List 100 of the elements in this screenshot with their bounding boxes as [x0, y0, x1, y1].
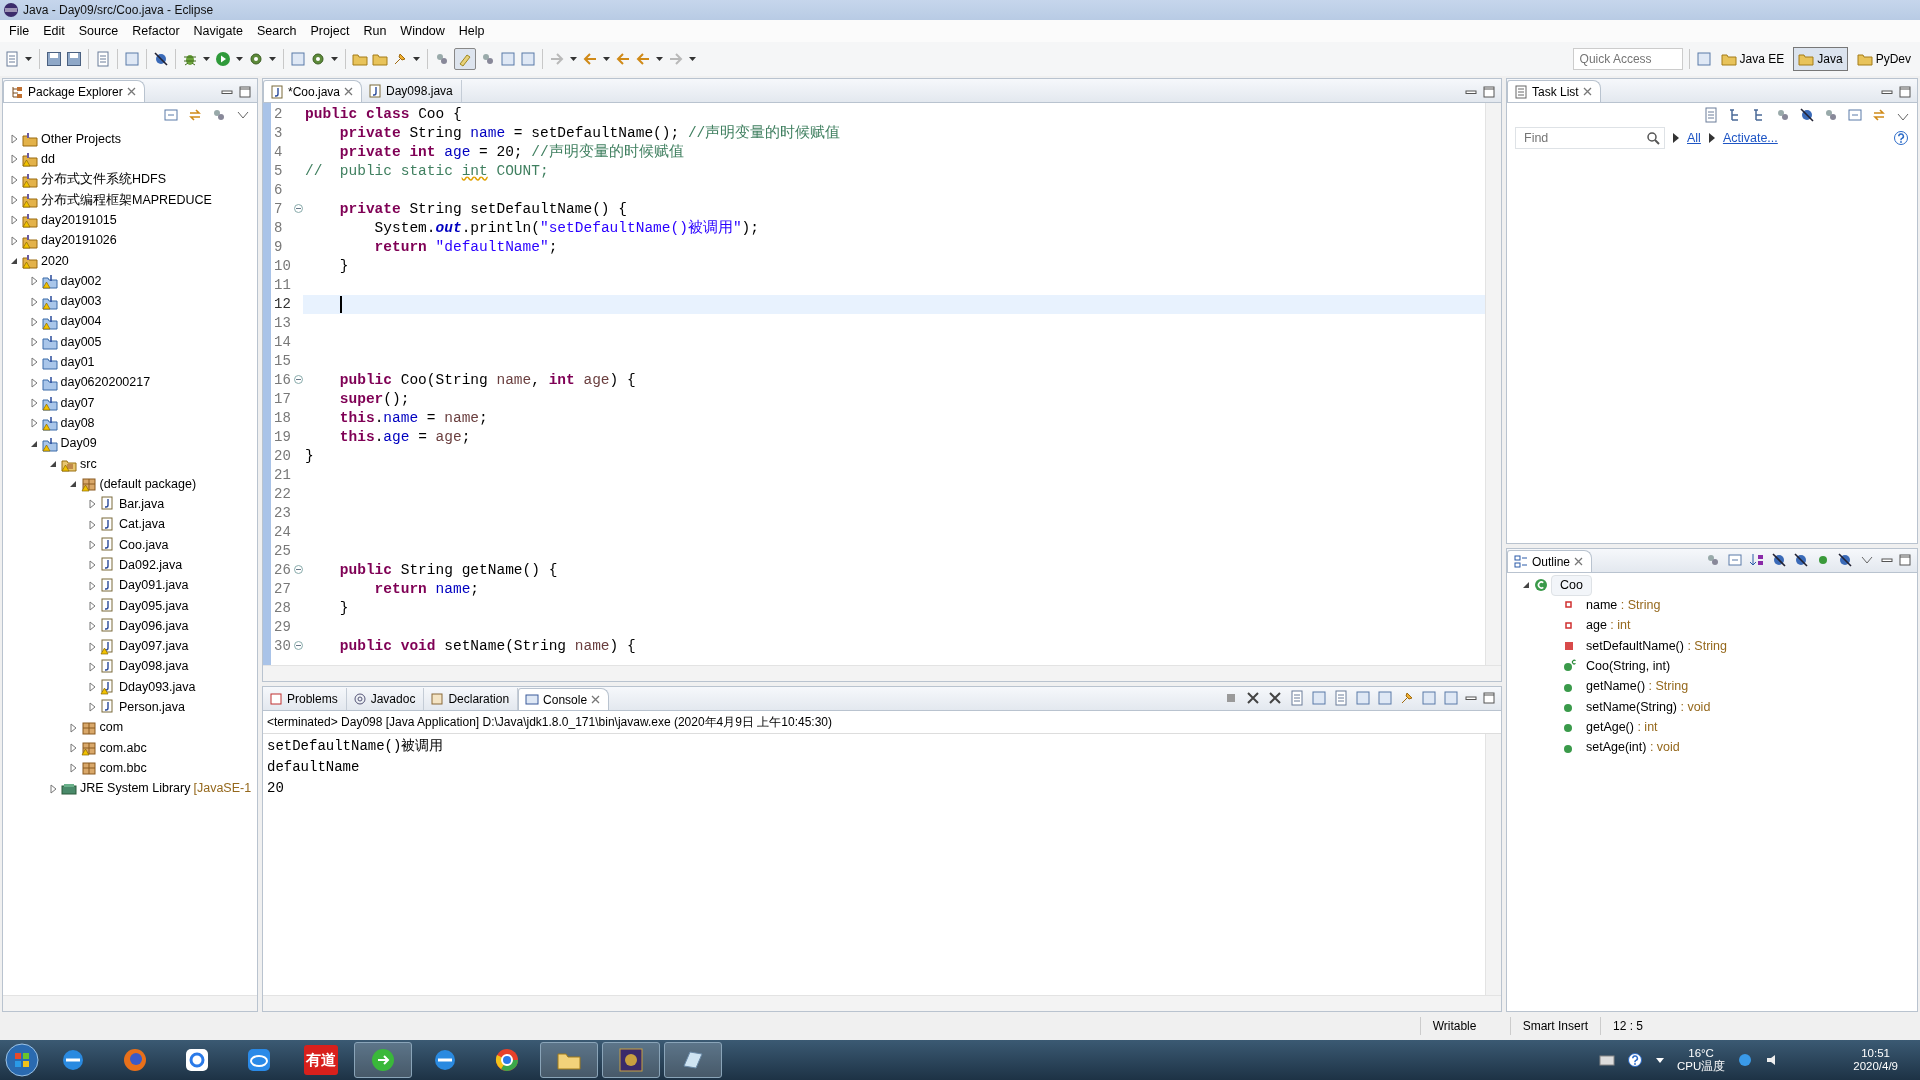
perspective-button[interactable]: Java EE — [1715, 47, 1790, 71]
tree-item-label[interactable]: (default package) — [99, 474, 197, 494]
find-field[interactable]: Find — [1515, 127, 1665, 149]
tree-item-label[interactable]: day20191026 — [41, 231, 117, 250]
close-icon[interactable] — [1574, 557, 1584, 566]
remove-all-icon[interactable] — [1267, 690, 1283, 706]
vertical-scrollbar[interactable] — [1485, 103, 1501, 665]
tree-item-label[interactable]: day0620200217 — [60, 373, 151, 393]
tree-item-label[interactable]: JRE System Library — [80, 779, 191, 798]
tree-item-label[interactable]: 分布式文件系统HDFS — [41, 170, 167, 190]
outline-member[interactable]: age : int — [1586, 616, 1631, 636]
word-wrap-icon[interactable] — [1333, 690, 1349, 706]
collapsed-arrow-icon[interactable] — [87, 682, 97, 693]
tree-item-label[interactable]: day07 — [60, 393, 95, 413]
panel-tab[interactable]: Package Explorer — [3, 80, 145, 102]
collapsed-arrow-icon[interactable] — [87, 702, 97, 713]
start-button-icon[interactable] — [4, 1042, 40, 1078]
outline-class-item[interactable]: Coo — [1551, 574, 1592, 596]
remove-launch-icon[interactable] — [1245, 690, 1261, 706]
menu-item[interactable]: Window — [393, 19, 452, 43]
maximize-icon[interactable] — [1899, 86, 1911, 98]
menu-item[interactable]: Refactor — [125, 19, 187, 43]
collapsed-arrow-icon[interactable] — [67, 743, 78, 754]
open-folder-icon[interactable] — [352, 51, 368, 67]
perspective-button[interactable]: PyDev — [1851, 47, 1916, 71]
link-editor-icon[interactable] — [187, 107, 203, 123]
collapsed-arrow-icon[interactable] — [28, 316, 39, 327]
panel-tab[interactable]: Problems — [263, 688, 347, 710]
collapsed-arrow-icon[interactable] — [9, 235, 19, 246]
fold-icon[interactable] — [294, 565, 303, 574]
collapsed-arrow-icon[interactable] — [9, 215, 19, 226]
pin-console-icon[interactable] — [1399, 690, 1415, 706]
expand-arrow-icon[interactable] — [1673, 133, 1679, 143]
network-icon[interactable] — [1737, 1052, 1754, 1068]
help-icon[interactable] — [1626, 1052, 1643, 1068]
caret-icon[interactable] — [268, 55, 277, 63]
horizontal-scrollbar[interactable] — [3, 995, 257, 1011]
highlight-toggle-button[interactable] — [454, 48, 476, 70]
maximize-icon[interactable] — [239, 86, 251, 98]
collapsed-arrow-icon[interactable] — [28, 357, 39, 368]
tree-item-label[interactable]: day002 — [60, 271, 102, 291]
panel-tab[interactable]: Console — [518, 688, 610, 710]
collapse-all-icon[interactable] — [1847, 107, 1863, 123]
outline-member[interactable]: setName(String) : void — [1586, 697, 1711, 717]
collapsed-arrow-icon[interactable] — [28, 276, 39, 287]
collapsed-arrow-icon[interactable] — [28, 398, 39, 408]
fold-icon[interactable] — [294, 204, 303, 213]
tree-item-label[interactable]: 分布式编程框架MAPREDUCE — [41, 190, 212, 210]
menu-item[interactable]: Project — [303, 19, 357, 43]
collapsed-arrow-icon[interactable] — [87, 661, 97, 672]
close-icon[interactable] — [591, 695, 601, 704]
caret-icon[interactable] — [655, 55, 664, 63]
tree-item-label[interactable]: day005 — [60, 332, 102, 352]
run-config-icon[interactable] — [248, 51, 264, 67]
sync-icon[interactable] — [1871, 107, 1887, 123]
outline-member[interactable]: getAge() : int — [1586, 717, 1658, 737]
collapsed-arrow-icon[interactable] — [48, 783, 58, 794]
menu-item[interactable]: File — [2, 19, 37, 43]
tray-arrow-icon[interactable] — [1654, 1055, 1665, 1065]
tree-item-label[interactable]: Day097.java — [119, 637, 189, 656]
tree-item-label[interactable]: Bar.java — [119, 495, 165, 514]
fold-icon[interactable] — [294, 641, 303, 650]
tree-item-label[interactable]: Day095.java — [119, 596, 189, 616]
clear-console-icon[interactable] — [1289, 690, 1305, 706]
maximize-icon[interactable] — [1899, 554, 1911, 566]
filter-link[interactable]: Activate... — [1722, 128, 1778, 148]
tree-item-label[interactable]: Dday093.java — [119, 677, 196, 697]
tree-item-label[interactable]: com.bbc — [99, 758, 147, 778]
run-icon[interactable] — [215, 51, 231, 67]
panel-tab[interactable]: Javadoc — [346, 688, 425, 710]
caret-icon[interactable] — [24, 55, 33, 63]
collapsed-arrow-icon[interactable] — [87, 621, 97, 632]
tree-item-label[interactable]: Day091.java — [119, 576, 189, 596]
tree-item-label[interactable]: com.abc — [99, 738, 147, 758]
outline-member[interactable]: Coo(String, int) — [1586, 656, 1671, 676]
help-icon[interactable] — [1893, 130, 1909, 146]
close-icon[interactable] — [344, 87, 354, 96]
caret-icon[interactable] — [202, 55, 211, 63]
menu-item[interactable]: Source — [71, 19, 126, 43]
tree-item-label[interactable]: day004 — [60, 312, 102, 332]
keyboard-icon[interactable] — [1598, 1054, 1615, 1066]
maximize-icon[interactable] — [1483, 86, 1495, 98]
tree-item-label[interactable]: day20191015 — [41, 210, 117, 230]
quick-access-field[interactable]: Quick Access — [1572, 48, 1683, 70]
tree-item-label[interactable]: dd — [41, 150, 55, 169]
tree-item-label[interactable]: Day098.java — [119, 657, 189, 677]
tree-item-label[interactable]: day003 — [60, 292, 102, 311]
expanded-arrow-icon[interactable] — [1521, 580, 1531, 591]
vertical-scrollbar[interactable] — [1485, 734, 1501, 995]
taskbar-button[interactable] — [664, 1042, 722, 1078]
collapsed-arrow-icon[interactable] — [28, 418, 39, 429]
horizontal-scrollbar[interactable] — [263, 665, 1501, 681]
taskbar-button[interactable]: 有道 — [292, 1042, 350, 1078]
tree-item-label[interactable]: day08 — [60, 413, 95, 433]
collapsed-arrow-icon[interactable] — [87, 499, 97, 510]
tree-item-label[interactable]: Person.java — [119, 698, 185, 717]
caret-icon[interactable] — [688, 55, 697, 63]
binary-file-icon[interactable] — [95, 51, 111, 67]
caret-icon[interactable] — [602, 55, 611, 63]
tree-item-label[interactable]: Coo.java — [119, 535, 169, 555]
